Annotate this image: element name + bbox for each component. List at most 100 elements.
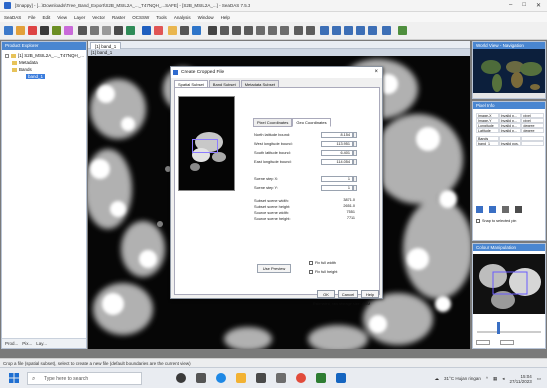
bar-chart-icon[interactable] [382,26,391,35]
menu-ocssw[interactable]: OCSSW [132,15,149,20]
geocoding-icon[interactable] [368,26,377,35]
layer-icon[interactable] [52,26,61,35]
tray-arrow-icon[interactable]: ^ [486,376,488,381]
store-icon[interactable] [256,373,266,383]
north-lat-input[interactable]: 8.154 [321,132,353,138]
scatter-plot-icon[interactable] [154,26,163,35]
hand-icon[interactable] [502,206,509,213]
menu-seadas[interactable]: SeaDAS [4,15,21,20]
menu-view[interactable]: View [57,15,67,20]
checkbox-icon[interactable] [309,261,313,265]
tree-item-product[interactable]: [1] S2B_MSIL2A_..._T47NQH_... [5,53,84,59]
tree-item-metadata[interactable]: Metadata [12,60,38,66]
zoom-in-icon[interactable] [220,26,229,35]
tab-layer-manager[interactable]: Lay... [36,341,47,346]
chrome-icon[interactable] [296,373,306,383]
menu-vector[interactable]: Vector [92,15,105,20]
tab-band-subset[interactable]: Band Subset [208,80,240,87]
step-x-input[interactable]: 1 [321,176,353,182]
checkbox-icon[interactable] [476,219,480,223]
close-product-icon[interactable] [28,26,37,35]
seadas-app-icon[interactable] [336,373,346,383]
histogram-icon[interactable] [114,26,123,35]
new-product-icon[interactable] [4,26,13,35]
tab-band-1[interactable]: [1] band_1 [90,42,122,49]
world-map[interactable] [473,49,545,98]
checkbox-icon[interactable] [309,270,313,274]
use-preview-button[interactable]: Use Preview [257,264,291,273]
gcp-icon[interactable] [90,26,99,35]
statistics-icon[interactable] [126,26,135,35]
spinner-icon[interactable] [353,150,357,156]
zoom-all-icon[interactable] [244,26,253,35]
min-field[interactable] [476,340,490,345]
task-view-icon[interactable] [196,373,206,383]
histogram-slider[interactable] [473,318,545,338]
maximize-button[interactable]: □ [522,2,526,9]
tab-geo-coordinates[interactable]: Geo Coordinates [292,118,331,127]
rectangle-tool-icon[interactable] [294,26,303,35]
cortana-icon[interactable] [176,373,186,383]
expand-icon[interactable] [5,53,9,58]
tree-item-bands[interactable]: Bands [12,67,32,73]
spinner-icon[interactable] [353,185,357,191]
ok-button[interactable]: OK [317,290,335,298]
zoom-tool-icon[interactable] [192,26,201,35]
zoom-out-icon[interactable] [232,26,241,35]
ellipse-tool-icon[interactable] [306,26,315,35]
information-icon[interactable] [356,26,365,35]
polyline-tool-icon[interactable] [268,26,277,35]
band-maths-icon[interactable] [64,26,73,35]
menu-window[interactable]: Window [198,15,214,20]
close-icon[interactable]: × [374,67,378,78]
spinner-icon[interactable] [353,176,357,182]
menu-tools[interactable]: Tools [156,15,167,20]
menu-raster[interactable]: Raster [112,15,125,20]
west-lon-input[interactable]: 113.951 [321,141,353,147]
pin-icon[interactable] [78,26,87,35]
menu-analysis[interactable]: Analysis [174,15,191,20]
grid-icon[interactable] [102,26,111,35]
pan-tool-icon[interactable] [180,26,189,35]
subset-thumbnail[interactable] [178,96,235,191]
windows-start-icon[interactable] [9,373,19,383]
crop-rectangle[interactable] [192,139,218,153]
menu-layer[interactable]: Layer [74,15,85,20]
help-button[interactable]: Help [361,290,379,298]
polygon-tool-icon[interactable] [280,26,289,35]
network-icon[interactable]: ▦ [493,376,497,382]
menu-edit[interactable]: Edit [43,15,51,20]
sum-icon[interactable] [320,26,329,35]
world-icon[interactable] [476,206,483,213]
spinner-icon[interactable] [353,132,357,138]
tree-item-band-1[interactable]: band_1 [26,74,46,80]
weather-icon[interactable]: ☁ [435,376,440,382]
tab-metadata-subset[interactable]: Metadata Subset [240,80,279,87]
taskbar-search-input[interactable]: ⌕ Type here to search [27,372,142,385]
pixel-info-icon[interactable] [208,26,217,35]
step-y-input[interactable]: 1 [321,185,353,191]
edge-icon[interactable] [216,373,226,383]
preview-thumbnail[interactable] [473,254,545,314]
save-icon[interactable] [40,26,49,35]
pin-icon[interactable] [489,206,496,213]
clock[interactable]: 15:04 27/11/2023 [510,374,532,384]
menu-help[interactable]: Help [221,15,230,20]
tab-pixel-coordinates[interactable]: Pixel Coordinates [253,118,293,127]
volume-icon[interactable]: ◂ [502,376,504,382]
spreadsheet-icon[interactable] [316,373,326,383]
line-tool-icon[interactable] [256,26,265,35]
east-lon-input[interactable]: 114.054 [321,159,353,165]
spinner-icon[interactable] [353,141,357,147]
mail-icon[interactable] [276,373,286,383]
spinner-icon[interactable] [353,159,357,165]
south-lat-input[interactable]: 6.401 [321,150,353,156]
max-field[interactable] [500,340,514,345]
spectrum-icon[interactable] [344,26,353,35]
weather-text[interactable]: 31°C Hujan ringan [444,376,481,381]
tab-pixel-info[interactable]: Pix... [22,341,32,346]
fix-full-width-checkbox[interactable]: Fix full width [309,260,349,266]
tab-product-explorer[interactable]: Prod... [5,341,18,346]
close-button[interactable]: ✕ [536,2,541,9]
cancel-button[interactable]: Cancel [338,290,358,298]
